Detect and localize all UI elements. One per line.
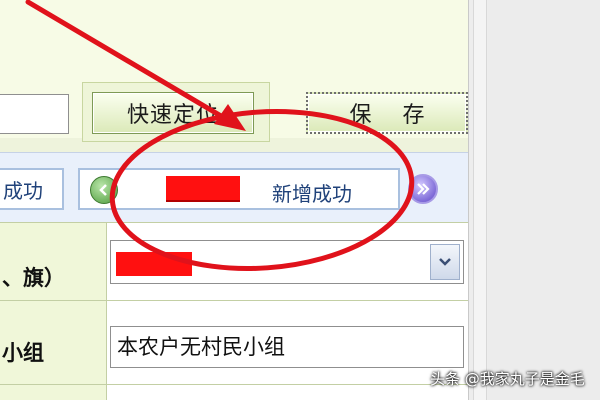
redacted-selected-value — [116, 252, 192, 276]
label-column — [0, 222, 107, 400]
villager-group-label: 小组 — [2, 341, 44, 365]
screenshot: 快速定位 保 存 成功 新增成功 、旗） 小组 本农户无村民小组 头条 @我家丸… — [0, 0, 600, 400]
search-input[interactable] — [0, 94, 69, 134]
villager-group-field[interactable]: 本农户无村民小组 — [110, 326, 464, 368]
tab-label: 新增成功 — [272, 182, 352, 206]
tab-previous-result[interactable]: 成功 — [0, 168, 64, 210]
vertical-scrollbar[interactable] — [468, 0, 489, 400]
redacted-name — [166, 176, 240, 202]
next-double-arrow-icon[interactable] — [408, 174, 438, 204]
chevron-down-icon[interactable] — [430, 244, 460, 280]
save-button[interactable]: 保 存 — [306, 92, 468, 134]
blank-area — [488, 0, 600, 400]
region-label: 、旗） — [2, 266, 65, 290]
tab-label: 成功 — [3, 178, 43, 203]
quick-locate-button[interactable]: 快速定位 — [92, 92, 254, 134]
prev-arrow-icon[interactable] — [90, 176, 118, 204]
watermark: 头条 @我家丸子是金毛 — [430, 370, 585, 388]
